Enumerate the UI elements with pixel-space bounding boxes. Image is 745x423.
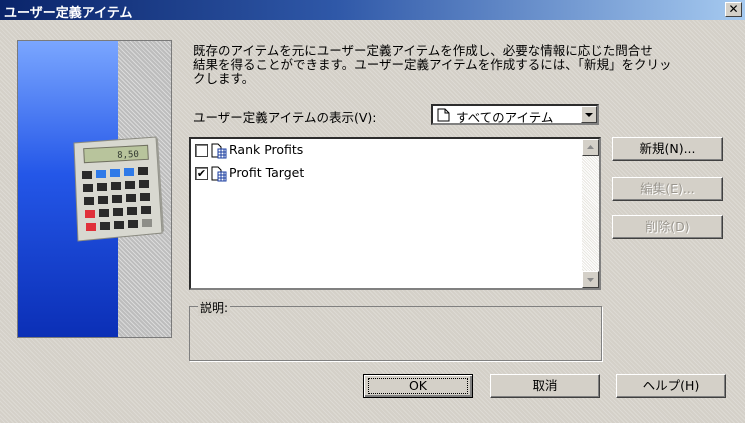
- table-item-icon: [211, 166, 227, 182]
- focus-indicator: [368, 378, 468, 394]
- new-button-label: 新規(N)...: [639, 141, 696, 156]
- window-title: ユーザー定義アイテム: [4, 6, 133, 21]
- arrow-up-icon: [587, 145, 594, 149]
- cancel-button[interactable]: 取消: [490, 374, 600, 398]
- scroll-up-button[interactable]: [582, 139, 599, 156]
- edit-button-label: 編集(E)...: [640, 181, 695, 196]
- description-group: 説明:: [189, 299, 602, 361]
- table-item-icon: [211, 143, 227, 159]
- dropdown-arrow-button[interactable]: [581, 106, 597, 123]
- scroll-down-button[interactable]: [582, 271, 599, 288]
- view-label: ユーザー定義アイテムの表示(V):: [193, 110, 377, 125]
- list-scrollbar[interactable]: [582, 139, 599, 288]
- item-checkbox[interactable]: [195, 144, 208, 157]
- view-dropdown[interactable]: すべてのアイテム: [431, 104, 599, 125]
- custom-item-list[interactable]: Rank Profits ✔ Profit Target: [189, 137, 601, 290]
- chevron-down-icon: [585, 113, 593, 117]
- help-button-label: ヘルプ(H): [642, 378, 700, 393]
- item-label: Rank Profits: [229, 142, 304, 157]
- custom-items-dialog: ユーザー定義アイテム ✕ 8,50 既存のアイテムを元にユーザー定義アイテムを作…: [0, 0, 745, 423]
- description-text: 既存のアイテムを元にユーザー定義アイテムを作成し、必要な情報に応じた問合せ 結果…: [193, 43, 672, 86]
- edit-button[interactable]: 編集(E)...: [612, 177, 723, 201]
- document-icon: [437, 108, 450, 122]
- item-label: Profit Target: [229, 165, 305, 180]
- banner-image: 8,50: [17, 40, 172, 338]
- check-mark: ✔: [196, 167, 207, 180]
- delete-button-label: 削除(D): [645, 219, 690, 234]
- calculator-display: 8,50: [117, 150, 139, 161]
- new-button[interactable]: 新規(N)...: [612, 137, 723, 161]
- calculator-illustration: 8,50: [73, 136, 164, 242]
- title-bar[interactable]: ユーザー定義アイテム ✕: [0, 0, 745, 21]
- view-selected-value: すべてのアイテム: [456, 110, 554, 125]
- help-button[interactable]: ヘルプ(H): [616, 374, 726, 398]
- item-checkbox[interactable]: ✔: [195, 167, 208, 180]
- close-icon: ✕: [728, 2, 739, 16]
- arrow-down-icon: [587, 278, 594, 282]
- description-group-label: 説明:: [198, 299, 231, 316]
- ok-button[interactable]: OK: [363, 374, 473, 398]
- delete-button[interactable]: 削除(D): [612, 215, 723, 239]
- close-button[interactable]: ✕: [725, 2, 742, 17]
- cancel-button-label: 取消: [532, 378, 558, 393]
